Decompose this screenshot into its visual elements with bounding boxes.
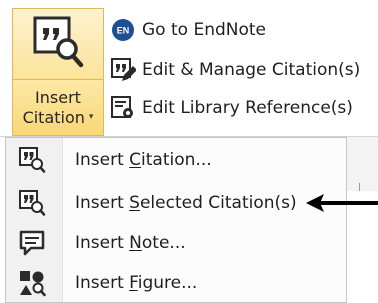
- access-key: N: [129, 233, 142, 253]
- menu-item-insert-citation[interactable]: Insert Citation...: [6, 140, 346, 180]
- go-to-endnote-button[interactable]: EN Go to EndNote: [110, 15, 266, 45]
- menu-item-label-insert-figure: Insert Figure...: [75, 273, 197, 293]
- label-post: igure...: [137, 273, 198, 293]
- insert-citation-menu: Insert Citation... Insert Selected Citat…: [5, 137, 347, 303]
- go-to-endnote-label: Go to EndNote: [142, 20, 266, 40]
- edit-manage-citations-button[interactable]: Edit & Manage Citation(s): [110, 55, 360, 85]
- edit-library-reference-label: Edit Library Reference(s): [142, 98, 353, 118]
- endnote-logo-text: EN: [117, 26, 130, 36]
- label-pre: Insert: [75, 233, 130, 253]
- endnote-logo-icon: EN: [110, 17, 136, 43]
- label-post: ote...: [141, 233, 186, 253]
- edit-manage-citations-label: Edit & Manage Citation(s): [142, 60, 361, 80]
- label-post: elected Citation(s): [139, 193, 297, 213]
- access-key: C: [129, 150, 142, 170]
- insert-citation-icon: [18, 146, 46, 174]
- menu-item-insert-note[interactable]: Insert Note...: [6, 223, 346, 263]
- insert-citation-label-line1: Insert: [35, 87, 81, 107]
- pointer-arrow-icon: [304, 192, 378, 214]
- insert-figure-icon: [18, 269, 46, 297]
- label-pre: Insert: [75, 273, 130, 293]
- access-key: F: [129, 273, 138, 293]
- insert-citation-split-button[interactable]: Insert Citation ▾: [12, 8, 104, 136]
- insert-citation-label-line2-wrap: Citation ▾: [23, 108, 94, 128]
- endnote-ribbon-group: Insert Citation ▾ EN Go to EndNote Edit …: [0, 0, 378, 138]
- label-post: itation...: [141, 150, 212, 170]
- edit-library-reference-icon: [110, 95, 136, 121]
- chevron-down-icon: ▾: [88, 112, 94, 122]
- insert-citation-large-icon: [31, 15, 85, 73]
- menu-item-label-insert-note: Insert Note...: [75, 233, 186, 253]
- menu-item-label-insert-selected: Insert Selected Citation(s): [75, 193, 297, 213]
- insert-citation-dropdown-toggle[interactable]: Insert Citation ▾: [13, 80, 103, 135]
- access-key: S: [129, 193, 140, 213]
- ruler-tick: [359, 183, 360, 191]
- insert-citation-label-line2: Citation: [22, 107, 85, 127]
- insert-note-icon: [18, 229, 46, 257]
- insert-selected-citation-icon: [18, 189, 46, 217]
- label-pre: Insert: [75, 150, 130, 170]
- menu-item-label-insert-citation: Insert Citation...: [75, 150, 212, 170]
- menu-item-insert-selected-citations[interactable]: Insert Selected Citation(s): [6, 183, 346, 223]
- insert-citation-button-top[interactable]: [13, 9, 103, 80]
- edit-library-reference-button[interactable]: Edit Library Reference(s): [110, 93, 353, 123]
- menu-item-insert-figure[interactable]: Insert Figure...: [6, 263, 346, 303]
- label-pre: Insert: [75, 193, 130, 213]
- edit-citation-icon: [110, 57, 136, 83]
